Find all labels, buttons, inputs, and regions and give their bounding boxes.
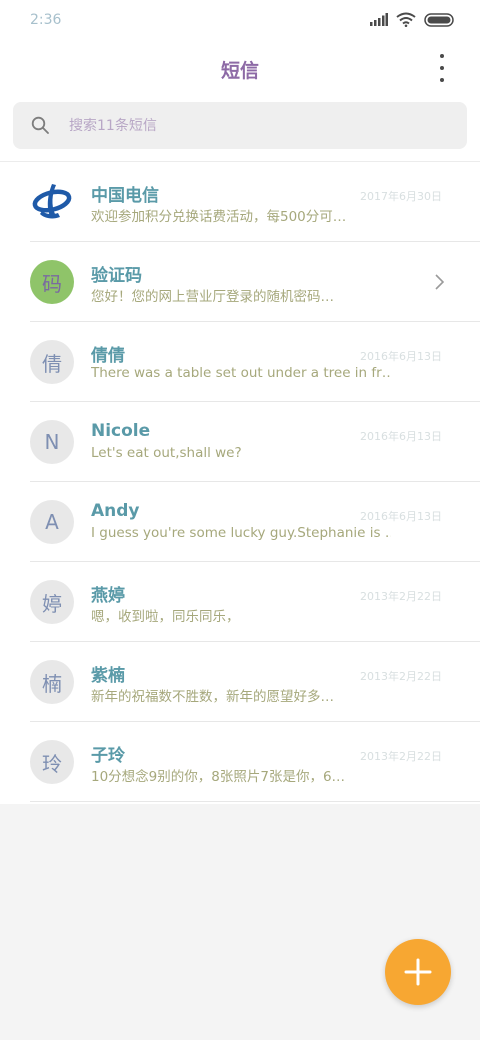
main-panel: 2:36 短信 搜索11条短信 中国电信 欢迎参加积分兑换话费活动，每500分可…	[0, 0, 480, 804]
avatar	[30, 180, 74, 224]
message-preview: Let's eat out,shall we?	[91, 445, 242, 461]
new-message-button[interactable]	[385, 939, 451, 1005]
contact-name: Andy	[91, 501, 140, 521]
message-preview: 10分想念9别的你，8张照片7张是你，6…	[91, 769, 346, 785]
conversation-item[interactable]: 玲 子玲 10分想念9别的你，8张照片7张是你，6… 2013年2月22日	[0, 722, 480, 802]
app-header: 短信	[0, 40, 480, 96]
message-preview: 嗯，收到啦，同乐同乐，	[91, 609, 240, 625]
avatar: A	[30, 500, 74, 544]
wifi-icon	[396, 12, 416, 27]
message-date: 2017年6月30日	[360, 190, 442, 203]
message-preview: 您好！您的网上营业厅登录的随机密码…	[91, 289, 334, 305]
search-input[interactable]	[69, 102, 449, 149]
contact-name: Nicole	[91, 421, 151, 441]
message-date: 2013年2月22日	[360, 750, 442, 763]
search-bar[interactable]	[13, 102, 467, 149]
conversation-item[interactable]: 楠 紫楠 新年的祝福数不胜数，新年的愿望好多… 2013年2月22日	[0, 642, 480, 722]
conversation-item[interactable]: 婷 燕婷 嗯，收到啦，同乐同乐， 2013年2月22日	[0, 562, 480, 642]
status-time: 2:36	[30, 12, 62, 28]
more-vertical-icon	[440, 54, 444, 58]
contact-name: 燕婷	[91, 586, 125, 606]
message-preview: There was a table set out under a tree i…	[91, 365, 391, 381]
message-date: 2013年2月22日	[360, 590, 442, 603]
avatar: 玲	[30, 740, 74, 784]
chevron-right-icon	[435, 274, 444, 290]
contact-name: 验证码	[91, 266, 142, 286]
conversation-item[interactable]: N Nicole Let's eat out,shall we? 2016年6月…	[0, 402, 480, 482]
page-title: 短信	[220, 60, 259, 82]
conversation-item[interactable]: A Andy I guess you're some lucky guy.Ste…	[0, 482, 480, 562]
message-preview: 新年的祝福数不胜数，新年的愿望好多…	[91, 689, 334, 705]
plus-icon	[404, 958, 432, 986]
search-icon	[31, 116, 49, 134]
status-icons	[370, 12, 454, 27]
conversation-item[interactable]: 倩 倩倩 There was a table set out under a t…	[0, 322, 480, 402]
message-preview: 欢迎参加积分兑换话费活动，每500分可…	[91, 209, 347, 225]
message-date: 2016年6月13日	[360, 350, 442, 363]
contact-name: 中国电信	[91, 186, 159, 206]
china-telecom-logo	[32, 184, 72, 219]
conversation-list: 中国电信 欢迎参加积分兑换话费活动，每500分可… 2017年6月30日 码 验…	[0, 162, 480, 802]
more-options-button[interactable]	[432, 54, 452, 82]
avatar: 婷	[30, 580, 74, 624]
row-divider	[30, 801, 480, 802]
signal-icon	[370, 13, 388, 26]
conversation-item[interactable]: 码 验证码 您好！您的网上营业厅登录的随机密码…	[0, 242, 480, 322]
avatar: 楠	[30, 660, 74, 704]
avatar: 码	[30, 260, 74, 304]
message-preview: I guess you're some lucky guy.Stephanie …	[91, 525, 391, 541]
conversation-item[interactable]: 中国电信 欢迎参加积分兑换话费活动，每500分可… 2017年6月30日	[0, 162, 480, 242]
battery-icon	[424, 12, 454, 27]
contact-name: 子玲	[91, 746, 125, 766]
status-bar: 2:36	[0, 0, 480, 40]
message-date: 2013年2月22日	[360, 670, 442, 683]
contact-name: 倩倩	[91, 346, 125, 366]
avatar: N	[30, 420, 74, 464]
message-date: 2016年6月13日	[360, 430, 442, 443]
avatar: 倩	[30, 340, 74, 384]
message-date: 2016年6月13日	[360, 510, 442, 523]
contact-name: 紫楠	[91, 666, 125, 686]
